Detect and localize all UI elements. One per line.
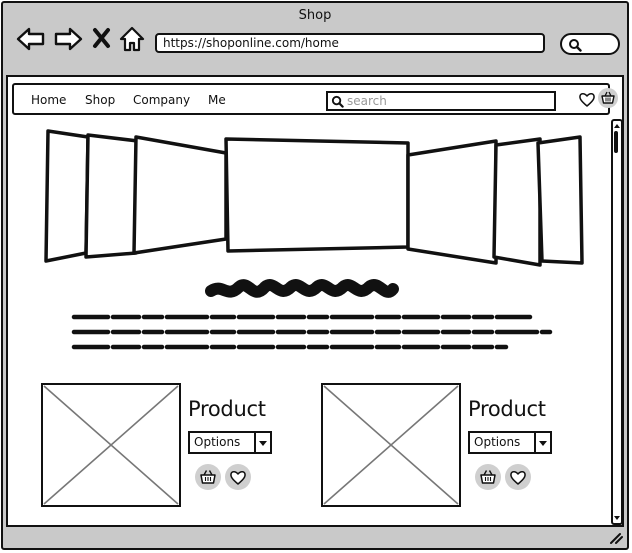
product-options-select[interactable]: Options [188,431,272,454]
product-image-placeholder[interactable] [41,383,181,507]
carousel-slide-left-2 [84,133,140,259]
product-card: Product Options [321,383,581,508]
product-title[interactable]: Product [188,397,266,421]
add-to-cart-button[interactable] [195,464,221,490]
nav-shop[interactable]: Shop [85,93,115,107]
basket-icon [480,470,496,484]
product-options-select[interactable]: Options [468,431,552,454]
window-title: Shop [298,8,332,23]
site-search-box[interactable] [326,91,556,111]
hero-description-scribble [71,314,553,350]
product-title[interactable]: Product [468,397,546,421]
chevron-down-icon [254,433,270,452]
vertical-scrollbar[interactable] [611,119,622,525]
arrow-left-icon[interactable] [15,25,47,53]
heart-icon [230,471,246,485]
nav-me[interactable]: Me [208,93,226,107]
add-to-cart-button[interactable] [475,464,501,490]
chevron-down-icon [534,433,550,452]
browser-window: Shop https://shoponline.com/home Home Sh… [1,1,629,550]
cart-button[interactable] [598,88,618,108]
x-icon[interactable] [92,27,112,49]
address-bar[interactable]: https://shoponline.com/home [155,33,545,53]
carousel-slide-far-left [44,129,90,263]
url-text: https://shoponline.com/home [163,36,339,50]
hero-headline-scribble [205,279,399,298]
resize-grip-icon[interactable] [609,532,623,544]
home-icon[interactable] [118,25,146,53]
site-navbar: Home Shop Company Me [12,83,618,115]
arrow-right-icon[interactable] [52,25,84,53]
search-icon [569,39,582,52]
page-viewport: Home Shop Company Me search Product Opti… [6,75,624,527]
carousel-slide-left-1 [132,135,228,255]
carousel-slide-right-2 [492,137,542,267]
carousel-slide-center [224,137,410,253]
basket-icon [601,91,615,104]
search-icon [331,95,344,108]
nav-home[interactable]: Home [31,93,66,107]
carousel-slide-far-right [536,135,584,265]
product-image-placeholder[interactable] [321,383,461,507]
add-to-wishlist-button[interactable] [505,464,531,490]
browser-search-field[interactable] [560,33,620,55]
basket-icon [200,470,216,484]
hero-carousel[interactable] [38,125,588,273]
product-option-value: Options [474,435,521,449]
scrollbar-thumb[interactable] [614,131,618,153]
product-option-value: Options [194,435,241,449]
scroll-down-icon[interactable] [613,514,621,522]
carousel-slide-right-1 [406,139,498,265]
heart-icon [510,471,526,485]
product-card: Product Options [41,383,301,508]
nav-company[interactable]: Company [133,93,190,107]
heart-icon[interactable] [578,91,596,109]
site-search-input[interactable] [347,93,547,109]
scroll-up-icon[interactable] [613,122,621,130]
add-to-wishlist-button[interactable] [225,464,251,490]
